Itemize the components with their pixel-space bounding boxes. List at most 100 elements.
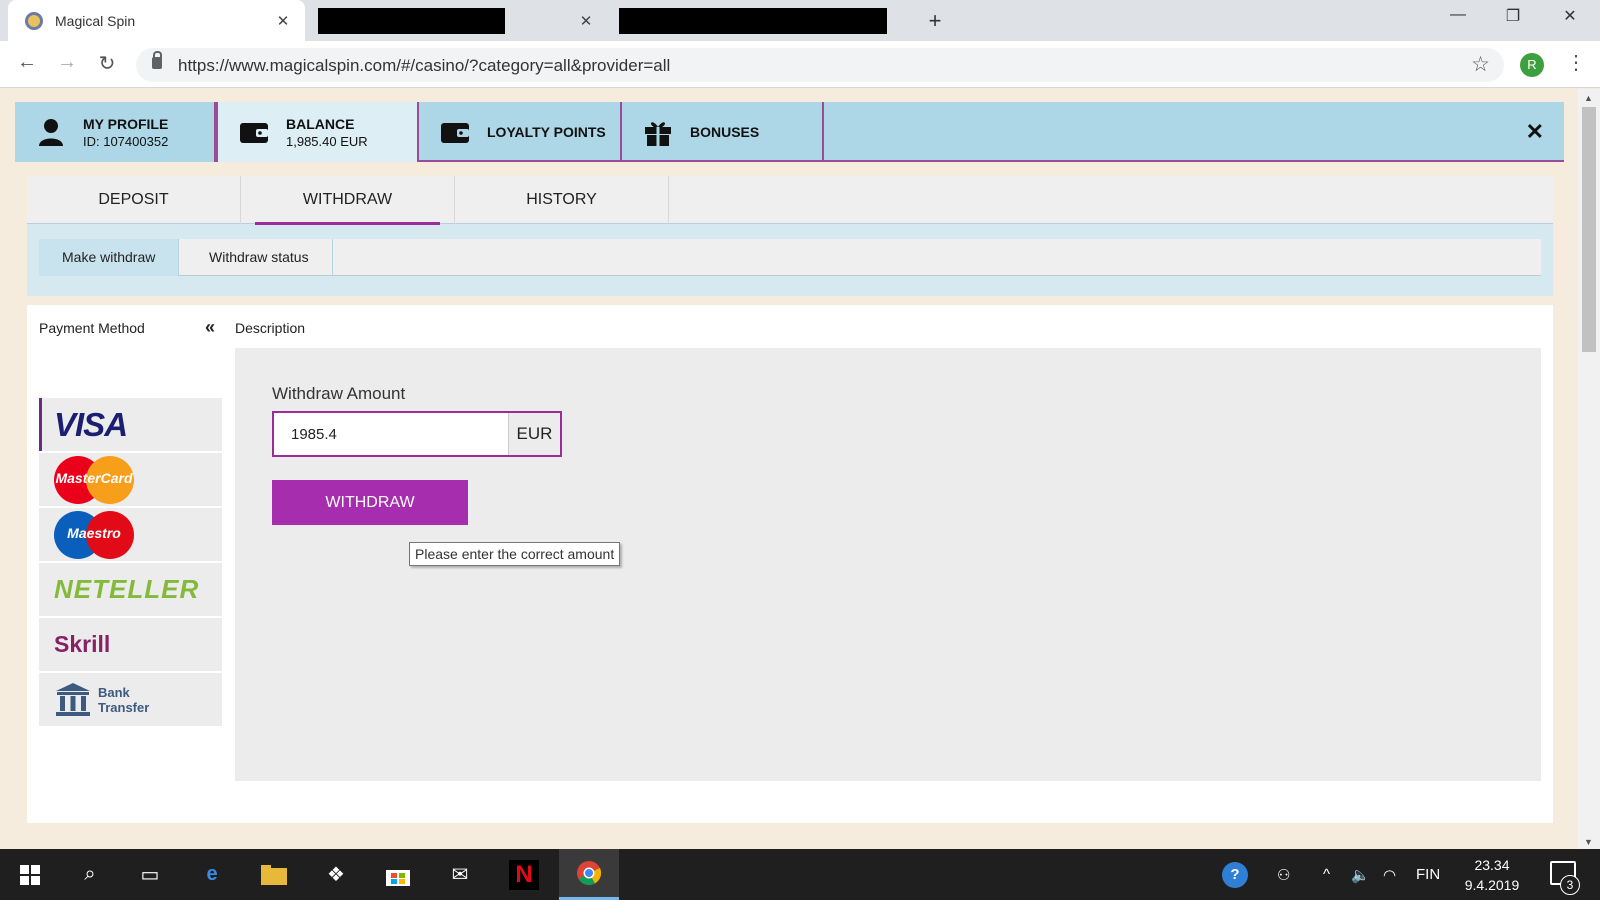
- profile-label: MY PROFILE: [83, 115, 169, 132]
- mastercard-label: MasterCard: [55, 469, 133, 486]
- search-icon[interactable]: ⌕: [60, 849, 120, 900]
- browser-toolbar: ← → ↻ https://www.magicalspin.com/#/casi…: [0, 41, 1600, 88]
- browser-tab-redacted-1[interactable]: ✕: [314, 0, 592, 41]
- tab-history[interactable]: HISTORY: [455, 176, 669, 224]
- payment-method-label: Payment Method: [39, 320, 145, 336]
- people-icon[interactable]: ⚇: [1277, 849, 1290, 900]
- payment-method-maestro[interactable]: Maestro: [39, 508, 222, 561]
- payment-method-list: VISA MasterCard Maestro NETELLER Skrill: [39, 398, 222, 728]
- profile-id: ID: 107400352: [83, 133, 169, 149]
- bank-label-line2: Transfer: [98, 699, 150, 715]
- windows-icon: [20, 864, 40, 885]
- show-hidden-icons-icon[interactable]: ^: [1323, 849, 1330, 900]
- subtab-withdraw-status[interactable]: Withdraw status: [186, 239, 333, 276]
- bank-icon: [56, 682, 90, 716]
- forward-icon[interactable]: →: [54, 51, 80, 74]
- visa-logo: VISA: [54, 405, 128, 443]
- mail-icon[interactable]: ✉: [430, 849, 490, 900]
- netflix-icon[interactable]: N: [494, 849, 554, 900]
- balance-tab[interactable]: BALANCE 1,985.40 EUR: [216, 102, 419, 162]
- browser-tab-strip: Magical Spin ✕ ✕ + — ❐ ✕: [0, 0, 1600, 41]
- wallet-icon: [441, 123, 469, 143]
- mastercard-logo: MasterCard: [54, 455, 134, 504]
- scroll-thumb[interactable]: [1582, 107, 1596, 352]
- balance-value: 1,985.40 EUR: [286, 133, 368, 149]
- close-panel-icon[interactable]: ✕: [1526, 119, 1544, 145]
- minimize-icon[interactable]: —: [1443, 6, 1473, 24]
- redacted-title: [619, 8, 887, 34]
- wallet-icon: [240, 123, 268, 143]
- help-icon[interactable]: ?: [1222, 849, 1248, 900]
- lock-icon: [152, 51, 162, 69]
- withdraw-amount-input[interactable]: [274, 413, 508, 455]
- menu-kebab-icon[interactable]: ⋮: [1566, 50, 1586, 75]
- file-explorer-icon[interactable]: [244, 849, 304, 900]
- loyalty-label: LOYALTY POINTS: [487, 124, 606, 140]
- restore-icon[interactable]: ❐: [1498, 6, 1528, 26]
- subtab-make-withdraw[interactable]: Make withdraw: [39, 239, 180, 276]
- maestro-logo: Maestro: [54, 510, 134, 559]
- browser-tab-magical-spin[interactable]: Magical Spin ✕: [8, 0, 305, 41]
- amount-field-group: EUR: [272, 411, 562, 457]
- notification-count-badge: 3: [1560, 875, 1580, 895]
- my-profile-tab[interactable]: MY PROFILE ID: 107400352: [15, 102, 216, 162]
- main-tabs: DEPOSIT WITHDRAW HISTORY: [27, 176, 1553, 225]
- edge-icon[interactable]: e: [182, 849, 242, 900]
- address-bar[interactable]: https://www.magicalspin.com/#/casino/?ca…: [136, 48, 1504, 82]
- scroll-up-icon[interactable]: ▲: [1584, 93, 1593, 103]
- clock-date: 9.4.2019: [1464, 877, 1520, 893]
- chrome-icon[interactable]: [559, 849, 619, 900]
- balance-label: BALANCE: [286, 115, 355, 132]
- bookmark-star-icon[interactable]: ☆: [1471, 52, 1490, 77]
- description-label: Description: [235, 320, 306, 336]
- window-close-icon[interactable]: ✕: [1555, 6, 1585, 26]
- payment-method-skrill[interactable]: Skrill: [39, 618, 222, 671]
- dropbox-icon[interactable]: ❖: [306, 849, 366, 900]
- payment-method-visa[interactable]: VISA: [39, 398, 222, 451]
- start-button[interactable]: [0, 849, 60, 900]
- bank-label-line1: Bank: [98, 684, 130, 700]
- withdraw-amount-label: Withdraw Amount: [272, 384, 406, 403]
- url-text[interactable]: https://www.magicalspin.com/#/casino/?ca…: [178, 56, 670, 76]
- close-tab-icon[interactable]: ✕: [576, 12, 596, 30]
- gift-icon: [645, 122, 671, 146]
- bonuses-label: BONUSES: [690, 124, 760, 140]
- loyalty-points-tab[interactable]: LOYALTY POINTS: [419, 102, 622, 162]
- tab-withdraw[interactable]: WITHDRAW: [241, 176, 455, 225]
- withdraw-form: Withdraw Amount EUR WITHDRAW Please ente…: [235, 348, 1541, 781]
- clock-time: 23.34: [1474, 857, 1510, 873]
- payment-method-neteller[interactable]: NETELLER: [39, 563, 222, 616]
- wallet-panel: DEPOSIT WITHDRAW HISTORY Make withdraw W…: [27, 176, 1553, 296]
- withdraw-content: Payment Method « Description VISA Master…: [27, 305, 1553, 823]
- payment-method-mastercard[interactable]: MasterCard: [39, 453, 222, 506]
- wifi-icon[interactable]: ◠: [1383, 849, 1396, 900]
- system-clock[interactable]: 23.34 9.4.2019: [1456, 855, 1528, 895]
- bonuses-tab[interactable]: BONUSES: [622, 102, 824, 162]
- payment-method-bank-transfer[interactable]: Bank Transfer: [39, 673, 222, 726]
- close-tab-icon[interactable]: ✕: [273, 12, 293, 30]
- withdraw-button[interactable]: WITHDRAW: [272, 480, 468, 525]
- language-indicator[interactable]: FIN: [1416, 849, 1440, 900]
- scroll-down-icon[interactable]: ▼: [1584, 837, 1593, 847]
- currency-label: EUR: [508, 413, 560, 455]
- windows-taskbar: ⌕ ▭ e ❖ ✉ N ? ⚇ ^ 🔈 ◠ FIN 23.34 9.4.2019…: [0, 849, 1600, 900]
- store-icon[interactable]: [368, 849, 428, 900]
- account-header: MY PROFILE ID: 107400352 BALANCE 1,985.4…: [15, 102, 1564, 162]
- redacted-title: [318, 8, 505, 34]
- tab-deposit[interactable]: DEPOSIT: [27, 176, 241, 224]
- validation-tooltip: Please enter the correct amount: [409, 542, 621, 566]
- browser-tab-redacted-2[interactable]: [610, 0, 888, 41]
- reload-icon[interactable]: ↻: [94, 51, 120, 76]
- user-icon: [39, 119, 63, 146]
- profile-avatar[interactable]: R: [1520, 53, 1544, 77]
- sub-tabs: Make withdraw Withdraw status: [39, 239, 1541, 276]
- new-tab-icon[interactable]: +: [922, 8, 948, 34]
- task-view-icon[interactable]: ▭: [120, 849, 180, 900]
- neteller-logo: NETELLER: [54, 574, 200, 604]
- page-scrollbar[interactable]: ▲ ▼: [1578, 89, 1600, 849]
- collapse-icon[interactable]: «: [205, 317, 215, 338]
- tab-title: Magical Spin: [55, 12, 136, 29]
- volume-icon[interactable]: 🔈: [1351, 849, 1370, 900]
- skrill-logo: Skrill: [54, 631, 111, 657]
- back-icon[interactable]: ←: [14, 51, 40, 74]
